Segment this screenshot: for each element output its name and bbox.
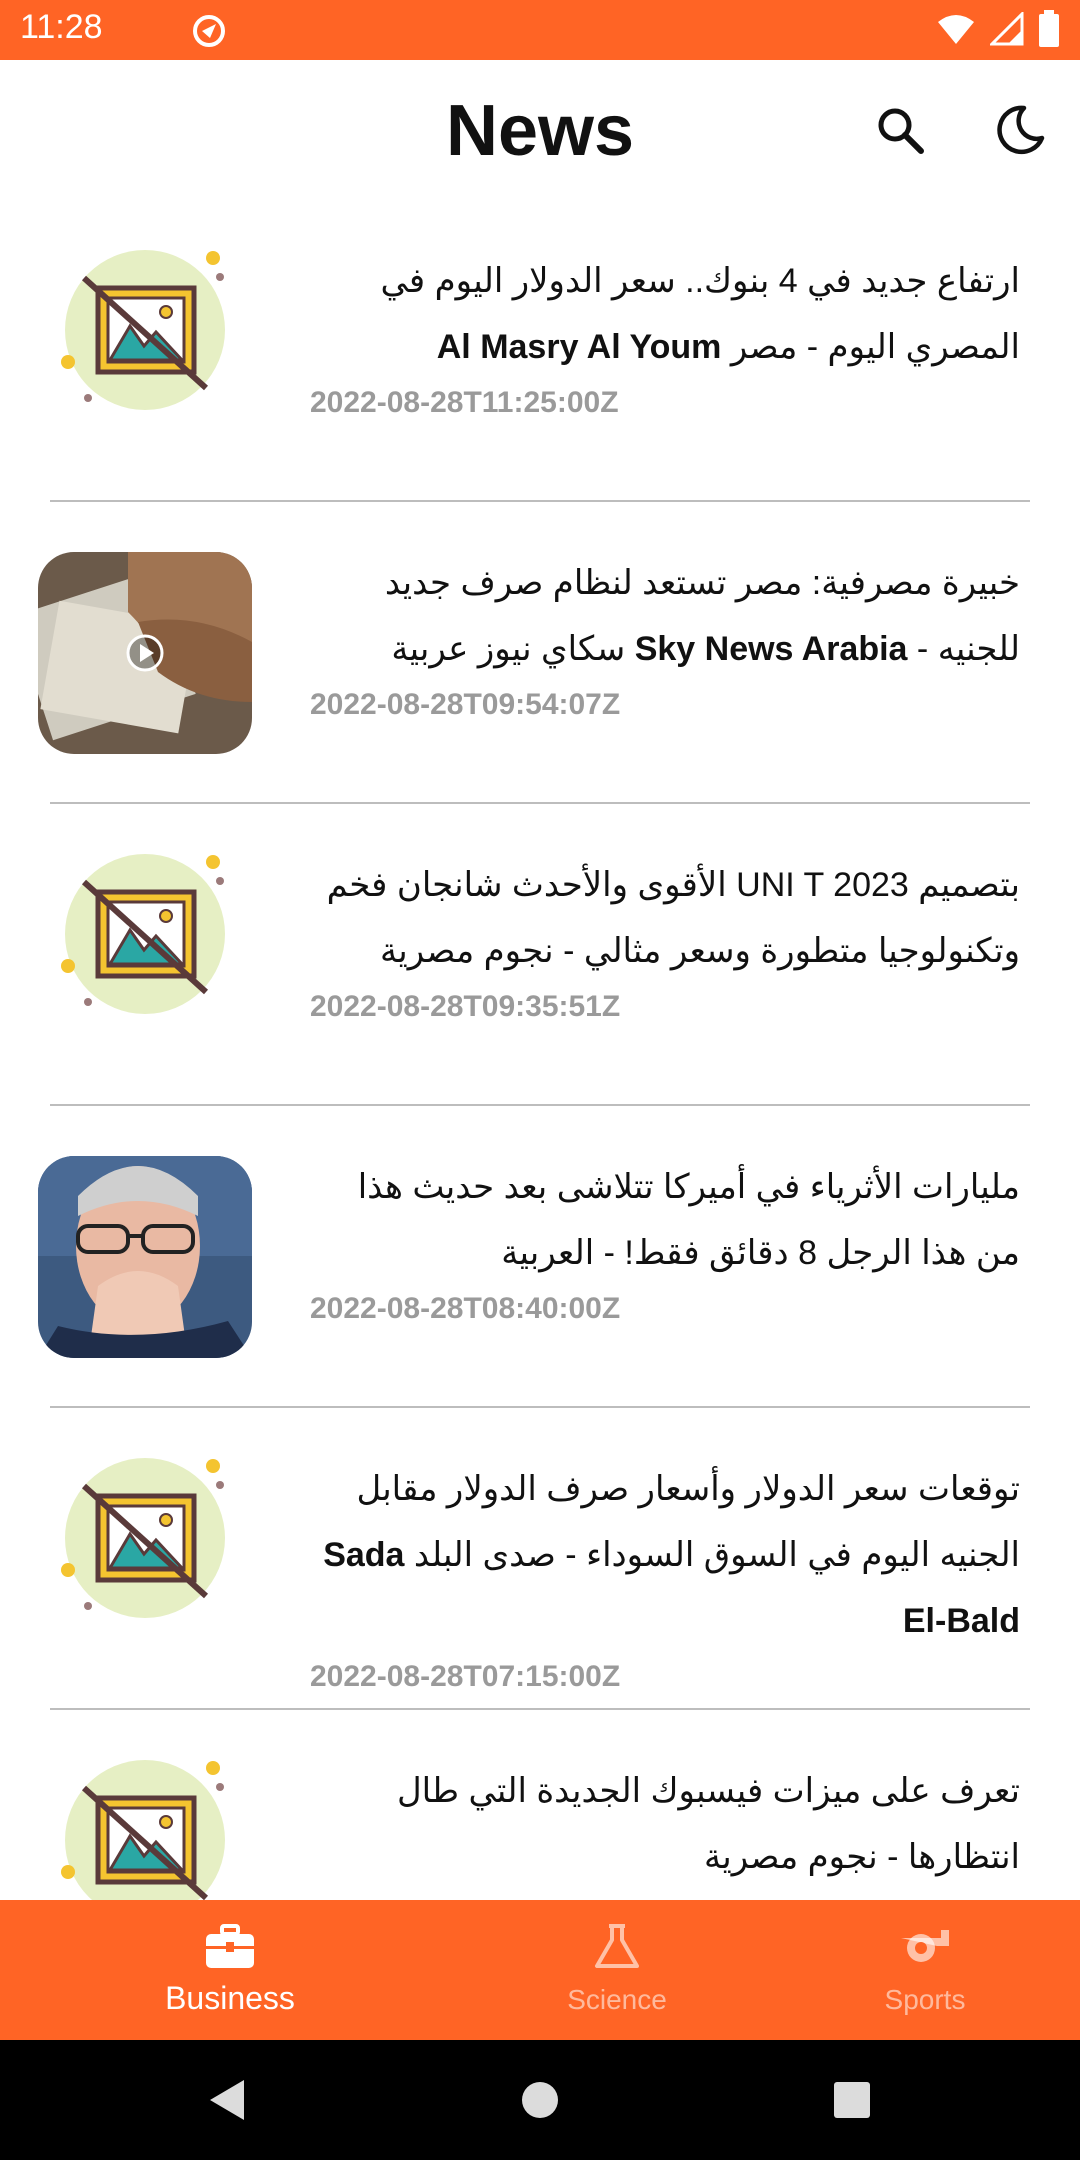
article-date: 2022-08-28T11:25:00Z <box>310 386 619 419</box>
recents-square-icon <box>834 2082 870 2118</box>
article-title: خبيرة مصرفية: مصر تستعد لنظام صرف جديد ل… <box>384 564 1020 668</box>
home-circle-icon <box>522 2082 558 2118</box>
recents-button[interactable] <box>822 2070 882 2130</box>
article-date: 2022-08-28T09:35:51Z <box>310 990 621 1023</box>
search-icon <box>878 108 924 154</box>
back-button[interactable] <box>196 2070 256 2130</box>
news-feed[interactable]: ارتفاع جديد في 4 بنوك.. سعر الدولار اليو… <box>0 200 1080 1900</box>
status-indicators <box>936 10 1060 53</box>
man-portrait-thumbnail <box>38 1156 252 1358</box>
article-date: 2022-08-28T07:15:00Z <box>310 1660 621 1693</box>
article-title: مليارات الأثرياء في أميركا تتلاشى بعد حد… <box>357 1168 1020 1272</box>
home-button[interactable] <box>510 2070 570 2130</box>
article-item[interactable]: توقعات سعر الدولار وأسعار صرف الدولار مق… <box>0 1408 1080 1710</box>
status-bar: 11:28 <box>0 0 1080 60</box>
article-item[interactable]: مليارات الأثرياء في أميركا تتلاشى بعد حد… <box>0 1106 1080 1408</box>
bottom-navigation: Business Science Sports <box>0 1900 1080 2040</box>
article-date: 2022-08-28T08:40:00Z <box>310 1292 621 1325</box>
status-time: 11:28 <box>20 8 103 46</box>
cellular-signal-icon <box>988 10 1024 51</box>
article-source: Al Masry Al Youm <box>436 328 722 366</box>
battery-icon <box>1038 10 1060 53</box>
image-placeholder-icon <box>38 1458 252 1660</box>
article-item[interactable]: خبيرة مصرفية: مصر تستعد لنظام صرف جديد ل… <box>0 502 1080 804</box>
nav-item-business[interactable]: Business <box>80 1900 380 2040</box>
briefcase-icon <box>206 1924 254 1968</box>
article-title: توقعات سعر الدولار وأسعار صرف الدولار مق… <box>323 1470 1020 1640</box>
article-title: تعرف على ميزات فيسبوك الجديدة التي طال ا… <box>396 1772 1020 1876</box>
back-triangle-icon <box>210 2080 244 2120</box>
whistle-icon <box>901 1930 949 1962</box>
nav-label: Sports <box>884 1984 966 2015</box>
nav-item-sports[interactable]: Sports <box>775 1900 1075 2040</box>
article-source: Sky News Arabia <box>634 630 908 668</box>
system-navigation-bar <box>0 2040 1080 2160</box>
article-title: ارتفاع جديد في 4 بنوك.. سعر الدولار اليو… <box>380 262 1020 366</box>
image-placeholder-icon <box>38 250 252 452</box>
image-placeholder-icon <box>38 1760 252 1900</box>
article-item[interactable]: تعرف على ميزات فيسبوك الجديدة التي طال ا… <box>0 1710 1080 1900</box>
search-button[interactable] <box>870 100 930 160</box>
article-date: 2022-08-28T09:54:07Z <box>310 688 621 721</box>
article-item[interactable]: ارتفاع جديد في 4 بنوك.. سعر الدولار اليو… <box>0 200 1080 502</box>
nav-label: Business <box>165 1980 295 2016</box>
wifi-icon <box>936 12 976 51</box>
app-bar: News <box>0 60 1080 200</box>
article-title: بتصميم UNI T 2023 الأقوى والأحدث شانجان … <box>326 866 1020 970</box>
moon-icon <box>997 105 1045 155</box>
article-item[interactable]: بتصميم UNI T 2023 الأقوى والأحدث شانجان … <box>0 804 1080 1106</box>
flask-icon <box>595 1924 639 1968</box>
nav-item-science[interactable]: Science <box>467 1900 767 2040</box>
app-notification-icon <box>190 12 228 55</box>
nav-label: Science <box>567 1984 667 2015</box>
image-placeholder-icon <box>38 854 252 1056</box>
dark-mode-toggle[interactable] <box>990 100 1050 160</box>
money-video-thumbnail <box>38 552 252 754</box>
